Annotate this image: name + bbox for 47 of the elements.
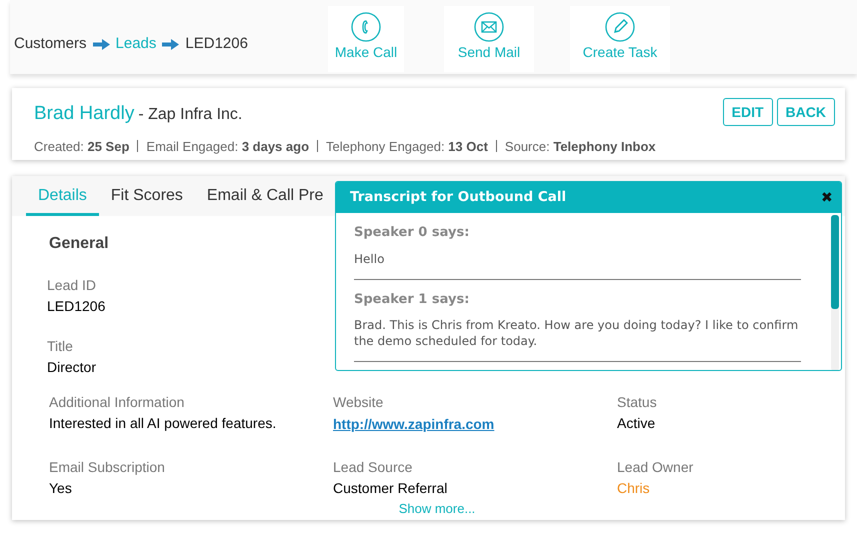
field-value: Chris bbox=[617, 479, 651, 498]
field-label: Title bbox=[47, 337, 73, 356]
field-value: LED1206 bbox=[47, 297, 106, 316]
header-button[interactable]: BACK bbox=[776, 98, 835, 126]
lead-name[interactable]: Brad Hardly bbox=[34, 100, 134, 128]
show-more-link[interactable]: Show more... bbox=[398, 501, 476, 516]
meta-item: Telephony Engaged: 13 Oct bbox=[326, 138, 488, 156]
pencil-icon bbox=[605, 12, 635, 42]
field-value: Customer Referral bbox=[333, 479, 448, 498]
meta-item: Created: 25 Sep bbox=[34, 138, 130, 156]
website-link[interactable]: http://www.zapinfra.com bbox=[333, 416, 494, 432]
dialog-title: Transcript for Outbound Call bbox=[350, 188, 566, 208]
field-label: Email Subscription bbox=[49, 458, 166, 477]
scrollbar[interactable] bbox=[831, 215, 839, 370]
meta-item: Source: Telephony Inbox bbox=[504, 138, 656, 156]
close-button[interactable]: ✖ bbox=[821, 187, 833, 208]
section-title: General bbox=[49, 234, 109, 254]
action-button[interactable]: Create Task bbox=[570, 6, 670, 72]
transcript-text: Brad. This is Chris from Kreato. How are you doing today? I like to confirm the demo scheduled for today. bbox=[354, 317, 800, 349]
tab[interactable]: Details bbox=[26, 176, 99, 216]
field-value: Active bbox=[617, 414, 656, 433]
action-button[interactable]: Make Call bbox=[328, 6, 404, 72]
field-value: Yes bbox=[49, 479, 73, 498]
meta-item: Email Engaged: 3 days ago bbox=[146, 138, 310, 156]
arrow-icon bbox=[162, 38, 180, 50]
envelope-icon bbox=[474, 12, 504, 42]
transcript-text: Hello bbox=[354, 250, 386, 266]
tab[interactable]: Fit Scores bbox=[98, 176, 195, 216]
phone-icon bbox=[351, 12, 381, 42]
breadcrumb-item: Customers bbox=[14, 34, 87, 54]
field-value: Director bbox=[47, 358, 96, 377]
field-label: Lead ID bbox=[47, 276, 96, 295]
field-label: Status bbox=[617, 393, 658, 412]
action-button[interactable]: Send Mail bbox=[444, 6, 534, 72]
header-button[interactable]: EDIT bbox=[722, 98, 773, 126]
field-label: Additional Information bbox=[49, 393, 186, 412]
field-label: Website bbox=[333, 393, 384, 412]
field-value: Interested in all AI powered features. bbox=[49, 414, 278, 433]
field-label: Lead Owner bbox=[617, 458, 694, 477]
arrow-icon bbox=[92, 38, 110, 50]
field-label: Lead Source bbox=[333, 458, 414, 477]
tab[interactable]: Email & Call Pre bbox=[194, 176, 336, 216]
speaker-label: Speaker 0 says: bbox=[354, 224, 470, 242]
speaker-label: Speaker 1 says: bbox=[354, 290, 470, 308]
company-name: - Zap Infra Inc. bbox=[138, 105, 242, 125]
breadcrumb-item: LED1206 bbox=[185, 34, 248, 54]
breadcrumb-item[interactable]: Leads bbox=[116, 32, 156, 56]
